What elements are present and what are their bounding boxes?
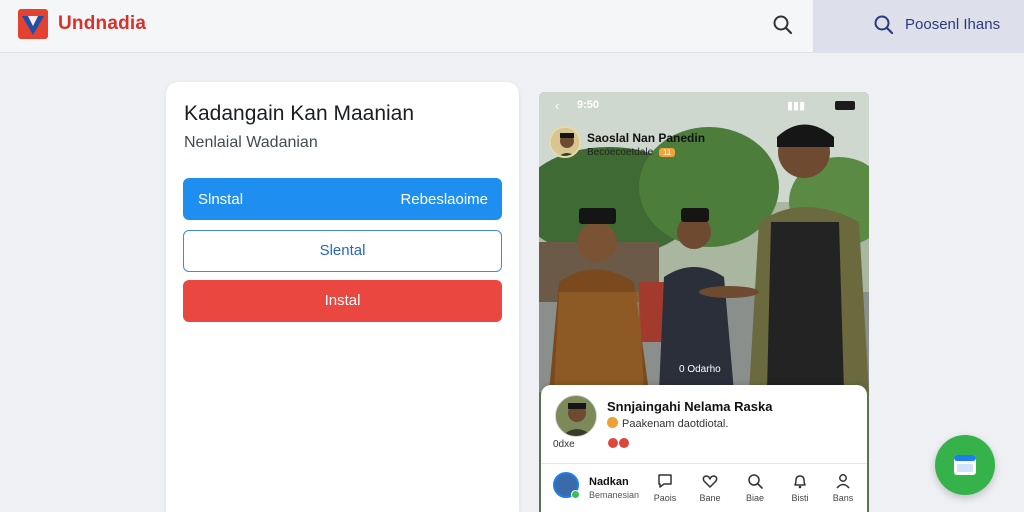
profile-description: Paakenam daotdiotal. (607, 417, 728, 430)
battery-icon (835, 101, 855, 110)
top-bar: Undnadia Poosenl Ihans (0, 0, 1024, 53)
post-author-avatar[interactable] (549, 126, 581, 158)
nav-item-label: Biae (745, 493, 764, 503)
search-icon (874, 15, 894, 35)
install-card: Kadangain Kan Maanian Nenlaial Wadanian … (166, 82, 519, 512)
heart-icon (702, 475, 718, 488)
search-icon (748, 474, 763, 489)
primary-button-secondary-label: Rebeslaoime (400, 191, 488, 208)
online-indicator-icon (571, 490, 580, 499)
primary-button-label: Slnstal (198, 191, 244, 208)
profile-name[interactable]: Snnjaingahi Nelama Raska (607, 399, 772, 414)
post-author-name[interactable]: Saoslal Nan Panedin (587, 131, 705, 145)
brand-name[interactable]: Undnadia (58, 13, 146, 35)
photo-caption: 0 Odarho (679, 364, 721, 375)
nav-profile-avatar[interactable] (553, 472, 580, 499)
search-icon[interactable] (772, 14, 794, 36)
profile-info-card: Snnjaingahi Nelama Raska Paakenam daotdi… (541, 385, 867, 512)
avatar-image (556, 396, 596, 436)
nav-item-label: Bans (832, 493, 854, 503)
header-search-panel[interactable]: Poosenl Ihans (813, 0, 1024, 53)
back-arrow-icon[interactable]: ‹ (555, 98, 559, 113)
nav-item-profile[interactable]: Bans (823, 472, 863, 503)
phone-preview: ‹ 9:50 ▮▮▮ Saoslal Nan Panedin Becoecoet… (539, 92, 869, 512)
profile-sub-label: 0dxe (553, 439, 575, 450)
install-button[interactable]: Instal (183, 280, 502, 322)
nav-item-notifications[interactable]: Bisti (780, 472, 820, 503)
chat-icon (658, 474, 672, 488)
nav-item-label: Paois (653, 493, 677, 503)
status-time: 9:50 (577, 99, 600, 111)
profile-description-text: Paakenam daotdiotal. (622, 418, 729, 430)
card-subtitle: Nenlaial Wadanian (184, 134, 318, 151)
nav-item-label: Bisti (791, 493, 809, 503)
signal-icon: ▮▮▮ (787, 100, 806, 112)
reaction-icon[interactable] (607, 437, 631, 449)
post-meta: Becoecoetdale 11 (587, 147, 676, 158)
bell-icon (794, 475, 806, 489)
phone-status-bar: ‹ 9:50 ▮▮▮ (539, 92, 869, 118)
post-meta-tag: 11 (658, 148, 676, 157)
nav-item-favorites[interactable]: Bane (690, 472, 730, 503)
profile-avatar[interactable] (555, 395, 597, 437)
card-title: Kadangain Kan Maanian (184, 102, 415, 125)
nav-item-search[interactable]: Biae (735, 472, 775, 503)
nav-user-subtitle: Bemanesian (589, 490, 640, 500)
nav-item-chat[interactable]: Paois (645, 472, 685, 503)
brand-logo-icon[interactable] (18, 9, 48, 39)
nav-user-name[interactable]: Nadkan (589, 476, 629, 488)
nav-item-label: Bane (699, 493, 721, 503)
badge-icon (607, 417, 618, 428)
primary-install-button[interactable]: Slnstal Rebeslaoime (183, 178, 502, 220)
outline-button[interactable]: Slental (183, 230, 502, 272)
header-search-label: Poosenl Ihans (905, 16, 1001, 33)
bottom-nav: Nadkan Bemanesian Paois Bane Biae Bisti … (541, 463, 867, 512)
window-icon (954, 455, 976, 475)
post-meta-text: Becoecoetdale (587, 147, 654, 158)
user-icon (836, 474, 850, 489)
floating-action-button[interactable] (935, 435, 995, 495)
